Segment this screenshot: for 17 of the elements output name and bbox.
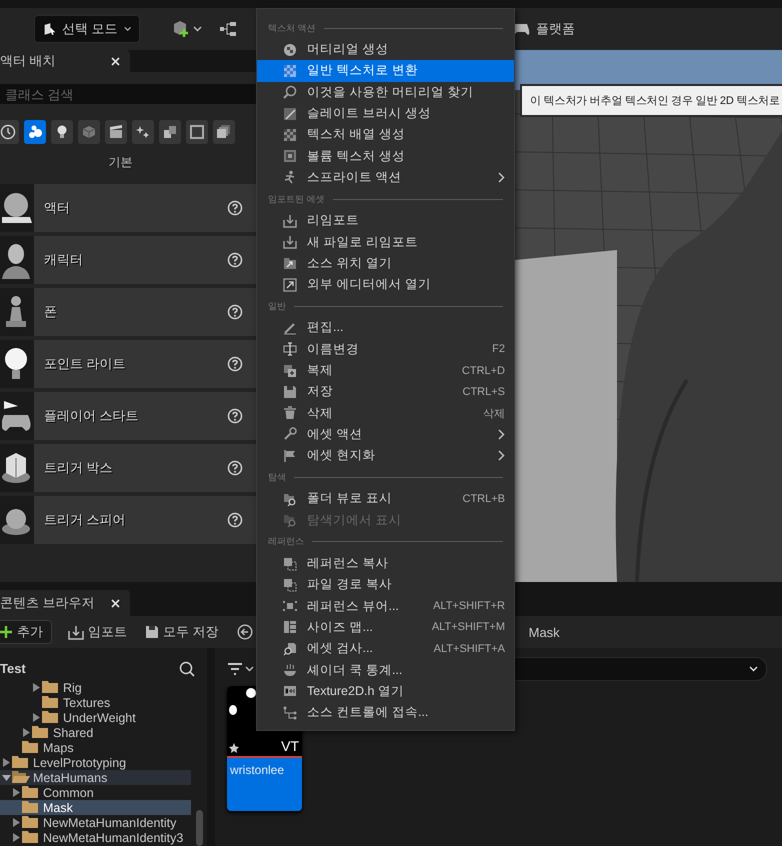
actor-label: 폰 bbox=[43, 303, 58, 321]
menu-section-header: 임포트된 에셋 bbox=[268, 192, 325, 206]
actor-label: 포인트 라이트 bbox=[43, 355, 127, 373]
menu-section-header: 텍스처 액션 bbox=[268, 22, 316, 34]
asset-name: wristonlee bbox=[229, 762, 286, 779]
menu-section-header: 일반 bbox=[268, 300, 286, 313]
actor-label: 액터 bbox=[43, 199, 71, 217]
menu-section-header: 레퍼런스 bbox=[268, 535, 304, 548]
section-header: 기본 bbox=[108, 154, 132, 170]
actor-label: 트리거 박스 bbox=[43, 459, 114, 477]
tree-title: Test bbox=[0, 661, 26, 676]
actor-label: 트리거 스피어 bbox=[43, 511, 127, 529]
menu-section-header: 탐색 bbox=[268, 470, 286, 484]
tooltip-text: 이 텍스처가 버추얼 텍스처인 경우 일반 2D 텍스처로 bbox=[530, 94, 780, 108]
vt-label: VT bbox=[281, 738, 299, 754]
actor-label: 플레이어 스타트 bbox=[43, 407, 140, 425]
actor-label: 캐릭터 bbox=[43, 251, 84, 269]
